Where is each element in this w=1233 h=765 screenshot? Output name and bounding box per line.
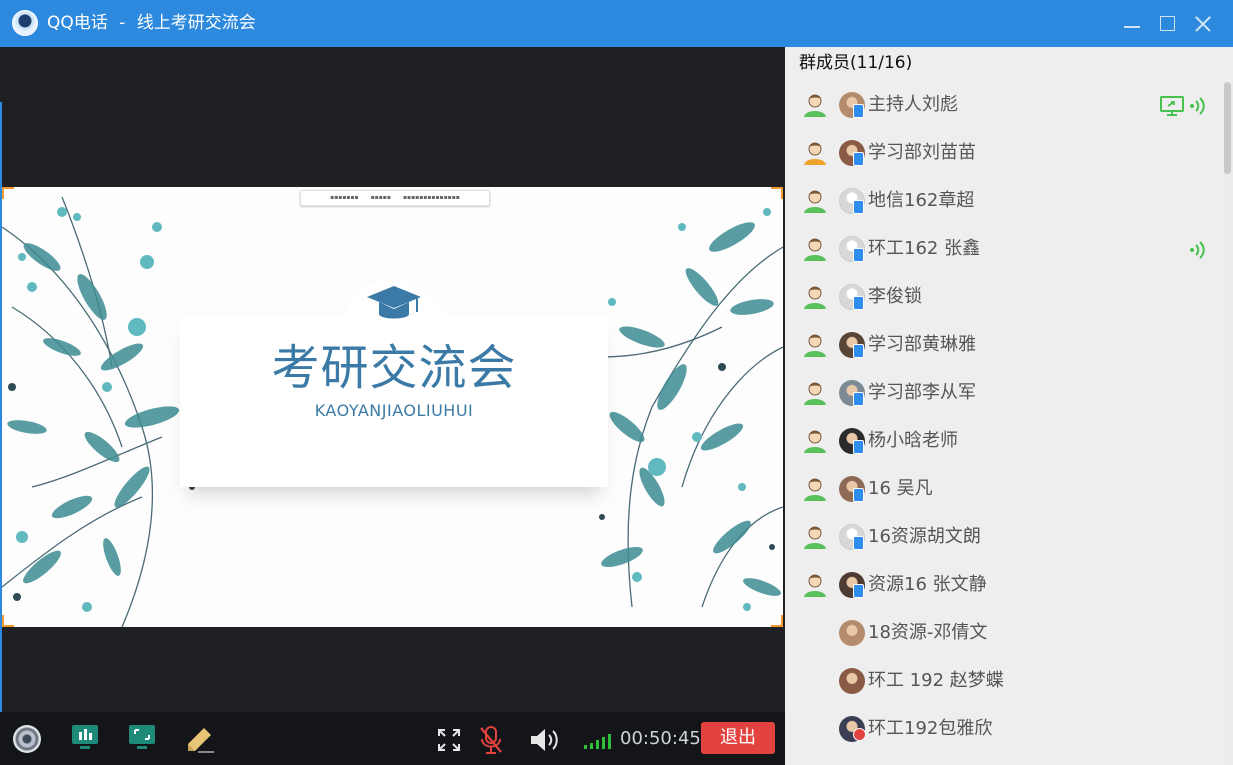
member-role-icon bbox=[802, 524, 828, 550]
mobile-device-icon bbox=[853, 296, 864, 310]
speaker-icon[interactable] bbox=[529, 726, 561, 754]
sharer-status-time: ▪▪▪▪▪ bbox=[370, 194, 391, 201]
annotate-pen-icon[interactable] bbox=[184, 724, 216, 754]
member-name: 学习部李从军 bbox=[868, 382, 976, 403]
member-role-icon bbox=[802, 236, 828, 262]
member-panel: 群成员(11/16) 主持人刘彪学习部刘苗苗 地信162章超 环工162 张鑫 李俊锁… bbox=[785, 47, 1233, 765]
member-row[interactable]: 16 吴凡 bbox=[785, 465, 1221, 513]
slide-subtitle: KAOYANJIAOLIUHUI bbox=[314, 401, 474, 420]
call-duration: 00:50:45 bbox=[620, 728, 701, 749]
member-row[interactable]: 学习部刘苗苗 bbox=[785, 129, 1221, 177]
member-name: 16资源胡文朗 bbox=[868, 526, 981, 547]
member-row[interactable]: 环工192包雅欣 bbox=[785, 705, 1221, 753]
share-screen-icon[interactable] bbox=[71, 724, 99, 750]
member-row[interactable]: 16资源胡文朗 bbox=[785, 513, 1221, 561]
member-name: 环工162 张鑫 bbox=[868, 238, 981, 259]
admin-role-icon bbox=[802, 140, 828, 166]
fullscreen-icon[interactable] bbox=[437, 728, 461, 752]
member-role-icon bbox=[802, 380, 828, 406]
member-row[interactable]: 杨小晗老师 bbox=[785, 417, 1221, 465]
photo-avatar[interactable] bbox=[839, 668, 865, 694]
member-name: 16 吴凡 bbox=[868, 478, 933, 499]
mobile-device-icon bbox=[853, 344, 864, 358]
photo-avatar[interactable] bbox=[839, 620, 865, 646]
member-name: 资源16 张文静 bbox=[868, 574, 987, 595]
member-row[interactable]: 资源16 张文静 bbox=[785, 561, 1221, 609]
speaking-indicator-icon bbox=[1190, 241, 1205, 259]
mobile-device-icon bbox=[853, 248, 864, 262]
screen-sharing-icon bbox=[1160, 96, 1184, 116]
maximize-button[interactable] bbox=[1157, 13, 1179, 35]
graduation-cap-icon bbox=[367, 286, 421, 319]
sharer-status-text: ▪▪▪▪▪▪▪ bbox=[330, 194, 359, 201]
right-leaves-decoration bbox=[599, 208, 783, 611]
close-button[interactable] bbox=[1192, 13, 1214, 35]
offline-status-icon bbox=[853, 728, 866, 741]
member-role-icon bbox=[802, 428, 828, 454]
window-title: QQ电话 - 线上考研交流会 bbox=[47, 12, 256, 34]
member-role-icon bbox=[802, 332, 828, 358]
sharer-status-bar: ▪▪▪▪▪▪▪ ▪▪▪▪▪ ▪▪▪▪▪▪▪▪▪▪▪▪▪▪ bbox=[300, 190, 490, 206]
member-row[interactable]: 主持人刘彪 bbox=[785, 81, 1221, 129]
mobile-device-icon bbox=[853, 200, 864, 214]
member-name: 杨小晗老师 bbox=[868, 430, 958, 451]
member-role-icon bbox=[802, 476, 828, 502]
mobile-device-icon bbox=[853, 392, 864, 406]
title-separator: - bbox=[119, 13, 126, 33]
call-toolbar: 00:50:45 退出 bbox=[0, 712, 785, 765]
member-row[interactable]: 学习部李从军 bbox=[785, 369, 1221, 417]
member-name: 李俊锁 bbox=[868, 286, 922, 307]
mobile-device-icon bbox=[853, 584, 864, 598]
member-row[interactable]: 环工 192 赵梦蝶 bbox=[785, 657, 1221, 705]
mic-muted-icon[interactable] bbox=[478, 725, 504, 755]
app-name: QQ电话 bbox=[47, 13, 108, 33]
slide-title: 考研交流会 bbox=[271, 340, 517, 396]
member-role-icon bbox=[802, 572, 828, 598]
speaking-indicator-icon bbox=[1190, 97, 1205, 115]
title-bar: QQ电话 - 线上考研交流会 bbox=[0, 0, 1233, 47]
member-name: 主持人刘彪 bbox=[868, 94, 958, 115]
qq-logo-icon bbox=[12, 10, 38, 36]
member-row[interactable]: 学习部黄琳雅 bbox=[785, 321, 1221, 369]
meeting-title: 线上考研交流会 bbox=[136, 13, 256, 33]
member-row[interactable]: 环工162 张鑫 bbox=[785, 225, 1221, 273]
member-list-scrollbar[interactable] bbox=[1222, 82, 1233, 765]
member-name: 学习部黄琳雅 bbox=[868, 334, 976, 355]
mobile-device-icon bbox=[853, 536, 864, 550]
member-row[interactable]: 18资源-邓倩文 bbox=[785, 609, 1221, 657]
mobile-device-icon bbox=[853, 152, 864, 166]
member-name: 地信162章超 bbox=[868, 190, 975, 211]
member-row[interactable]: 李俊锁 bbox=[785, 273, 1221, 321]
exit-call-button[interactable]: 退出 bbox=[701, 722, 775, 754]
signal-strength-icon bbox=[584, 734, 611, 749]
member-count-header: 群成员(11/16) bbox=[799, 53, 913, 73]
camera-icon[interactable] bbox=[13, 725, 41, 753]
member-row[interactable]: 地信162章超 bbox=[785, 177, 1221, 225]
scroll-thumb[interactable] bbox=[1224, 82, 1231, 174]
sharer-status-info: ▪▪▪▪▪▪▪▪▪▪▪▪▪▪ bbox=[402, 194, 460, 201]
minimize-button[interactable] bbox=[1121, 13, 1143, 35]
mobile-device-icon bbox=[853, 488, 864, 502]
member-role-icon bbox=[802, 92, 828, 118]
mobile-device-icon bbox=[853, 104, 864, 118]
screen-region-icon[interactable] bbox=[128, 724, 156, 750]
member-name: 学习部刘苗苗 bbox=[868, 142, 976, 163]
member-role-icon bbox=[802, 284, 828, 310]
member-name: 18资源-邓倩文 bbox=[868, 622, 988, 643]
mobile-device-icon bbox=[853, 440, 864, 454]
member-name: 环工 192 赵梦蝶 bbox=[868, 670, 1004, 691]
shared-slide: ▪▪▪▪▪▪▪ ▪▪▪▪▪ ▪▪▪▪▪▪▪▪▪▪▪▪▪▪ 考研交流会 KAOYA… bbox=[2, 187, 783, 627]
member-role-icon bbox=[802, 188, 828, 214]
member-name: 环工192包雅欣 bbox=[868, 718, 993, 739]
shared-screen-area: ▪▪▪▪▪▪▪ ▪▪▪▪▪ ▪▪▪▪▪▪▪▪▪▪▪▪▪▪ 考研交流会 KAOYA… bbox=[0, 47, 785, 712]
